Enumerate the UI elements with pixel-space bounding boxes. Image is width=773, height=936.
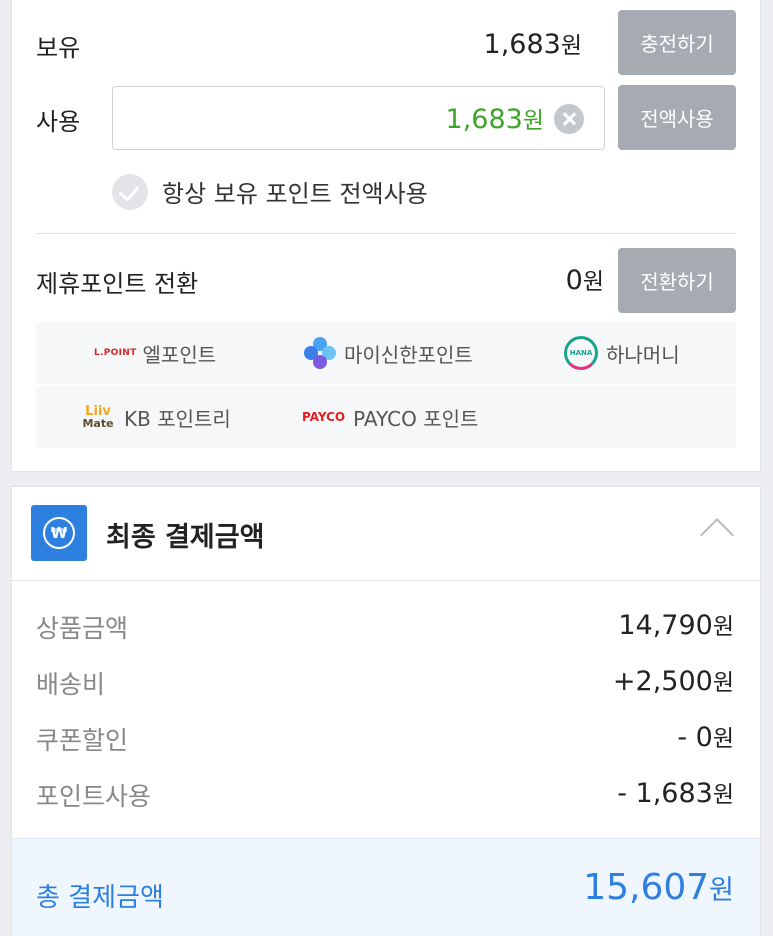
owned-amount: 1,683원 [484,26,582,60]
owned-currency: 원 [560,33,582,59]
use-points-number: 1,683 [445,104,523,135]
partner-payco[interactable]: PAYCO PAYCO 포인트 [302,386,478,448]
partner-row: L.POINT 엘포인트 마이신한포인트 HANA 하나머니 [36,322,736,384]
coupon-discount-value: - 0원 [677,719,734,753]
partner-lpoint-label: 엘포인트 [142,342,217,367]
partner-shinhan[interactable]: 마이신한포인트 [304,322,473,384]
points-used-currency: 원 [712,782,734,808]
partner-lpoint[interactable]: L.POINT 엘포인트 [94,322,216,384]
partner-hana-label: 하나머니 [606,342,680,367]
partner-kb[interactable]: Liiv Mate KB 포인트리 [80,386,231,448]
coupon-discount-label: 쿠폰할인 [36,726,129,755]
coupon-discount-number: - 0 [677,722,713,753]
partner-points-label: 제휴포인트 전환 [36,270,199,298]
use-points-input[interactable]: 1,683원 [112,86,605,150]
owned-amount-value: 1,683 [483,29,561,60]
product-amount-label: 상품금액 [36,614,129,643]
total-payment-value: 15,607원 [583,867,734,908]
shipping-fee-label: 배송비 [36,670,106,699]
partner-kb-label: KB 포인트리 [124,406,231,431]
liiv-mate-logo-bottom: Mate [82,417,114,430]
partner-row: Liiv Mate KB 포인트리 PAYCO PAYCO 포인트 [36,386,736,448]
use-all-button[interactable]: 전액사용 [618,85,736,150]
shinhan-icon [304,337,336,369]
partner-points-grid: L.POINT 엘포인트 마이신한포인트 HANA 하나머니 Liiv Mate… [36,322,736,448]
use-label: 사용 [36,108,81,136]
partner-points-value: 0 [565,265,583,296]
partner-hana[interactable]: HANA 하나머니 [564,322,680,384]
shipping-fee-currency: 원 [712,670,734,696]
won-icon: ₩ [31,505,87,561]
owned-label: 보유 [36,34,81,62]
partner-payco-label: PAYCO 포인트 [353,406,479,431]
payco-logo: PAYCO [302,410,346,424]
total-payment-band: 총 결제금액 15,607원 [12,838,760,936]
shipping-fee-number: +2,500 [612,666,713,697]
chevron-up-icon[interactable] [700,518,734,552]
total-payment-label: 총 결제금액 [36,883,164,913]
clear-icon[interactable] [554,104,584,134]
coupon-discount-currency: 원 [712,726,734,752]
always-use-all-label[interactable]: 항상 보유 포인트 전액사용 [162,174,428,209]
partner-points-currency: 원 [582,269,604,295]
charge-button[interactable]: 충전하기 [618,10,736,75]
won-symbol: ₩ [43,517,75,549]
shipping-fee-value: +2,500원 [613,663,734,697]
points-card: 보유 1,683원 충전하기 사용 1,683원 전액사용 항상 보유 포인트 … [11,0,761,472]
liiv-mate-icon: Liiv Mate [80,405,116,429]
lpoint-logo: L.POINT [94,348,137,358]
check-circle-icon[interactable] [112,174,148,210]
product-amount-currency: 원 [712,614,734,640]
partner-points-amount: 0원 [566,262,604,296]
use-points-currency: 원 [522,108,544,134]
final-payment-header[interactable]: ₩ 최종 결제금액 [12,487,760,581]
use-points-value: 1,683원 [446,101,544,135]
final-payment-card: ₩ 최종 결제금액 상품금액 14,790원 배송비 +2,500원 쿠폰할인 … [11,486,761,936]
total-payment-currency: 원 [709,875,734,906]
points-used-number: - 1,683 [617,778,713,809]
final-payment-title: 최종 결제금액 [106,522,265,553]
points-used-label: 포인트사용 [36,782,152,811]
points-used-value: - 1,683원 [617,775,734,809]
product-amount-number: 14,790 [618,610,713,641]
convert-button[interactable]: 전환하기 [618,248,736,313]
total-payment-number: 15,607 [583,867,710,908]
product-amount-value: 14,790원 [618,607,734,641]
hana-icon: HANA [564,336,598,370]
partner-shinhan-label: 마이신한포인트 [344,342,473,367]
divider [36,233,736,234]
